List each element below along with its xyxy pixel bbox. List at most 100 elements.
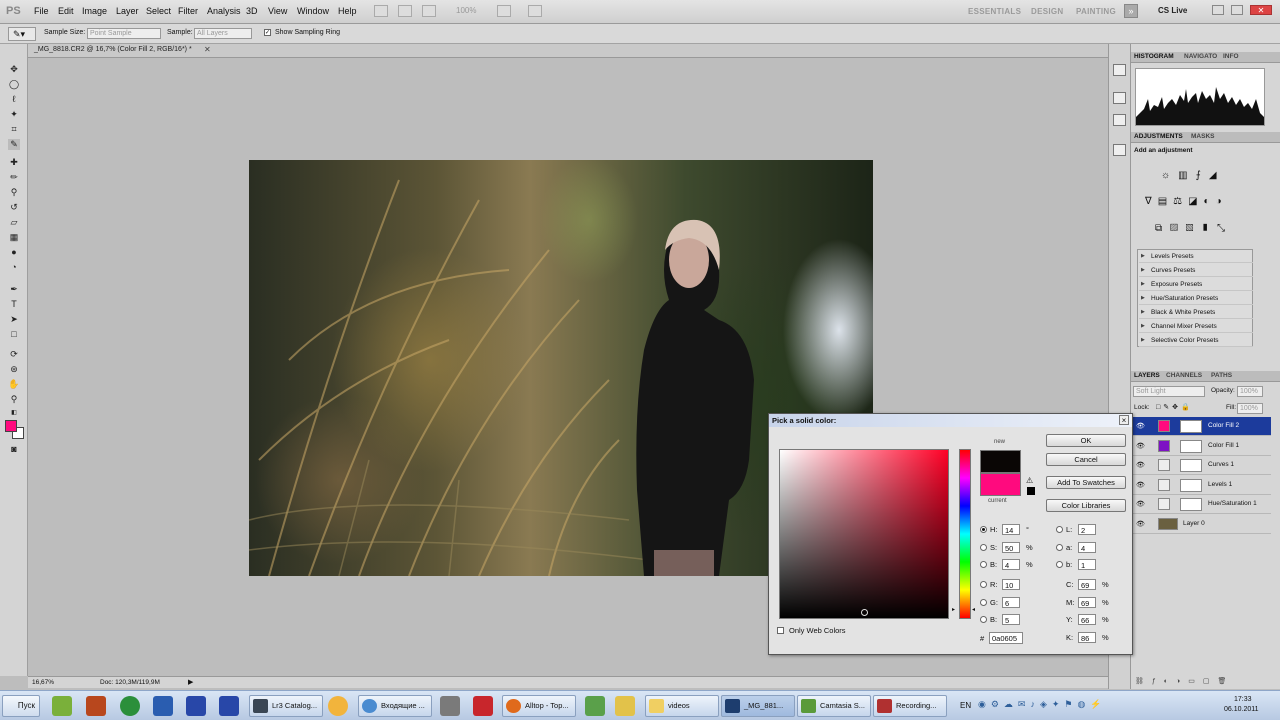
yellow-input[interactable]: 66: [1078, 614, 1096, 625]
task-photoshop[interactable]: _MG_881...: [721, 695, 795, 717]
menu-3d[interactable]: 3D: [246, 6, 258, 16]
tab-channels[interactable]: CHANNELS: [1166, 372, 1202, 379]
layer-mask-thumbnail[interactable]: [1180, 420, 1202, 433]
preset-exposure[interactable]: Exposure Presets: [1139, 278, 1253, 291]
preset-levels[interactable]: Levels Presets: [1139, 250, 1253, 263]
add-to-swatches-button[interactable]: Add To Swatches: [1046, 476, 1126, 489]
visibility-eye-icon[interactable]: 👁: [1136, 442, 1145, 450]
red-input[interactable]: 10: [1002, 579, 1020, 590]
close-window-button[interactable]: ✕: [1250, 5, 1272, 15]
saturation-radio[interactable]: [980, 543, 987, 551]
task-firefox[interactable]: Alltop - Top...: [502, 695, 576, 717]
web-colors-checkbox[interactable]: [777, 627, 784, 634]
sample-size-select[interactable]: Point Sample: [87, 28, 161, 39]
task-camtasia[interactable]: Camtasia S...: [797, 695, 871, 717]
more-workspaces-icon[interactable]: »: [1124, 4, 1138, 18]
arrange-documents-icon[interactable]: [497, 5, 511, 17]
green-input[interactable]: 6: [1002, 596, 1020, 608]
hue-input[interactable]: 14: [1002, 524, 1020, 535]
workspace-design[interactable]: DESIGN: [1031, 7, 1063, 16]
current-color-swatch[interactable]: [980, 473, 1021, 496]
red-radio[interactable]: [980, 581, 987, 588]
layers-footer-icons[interactable]: ⛓ƒ◐◑▭▢🗑: [1135, 677, 1275, 687]
tab-histogram[interactable]: HISTOGRAM: [1134, 53, 1174, 60]
tab-layers[interactable]: LAYERS: [1134, 372, 1160, 379]
default-colors-icon[interactable]: ◧: [8, 408, 20, 419]
task-lightroom[interactable]: Lr3 Catalog...: [249, 695, 323, 717]
zoom-readout[interactable]: 16,67%: [32, 679, 54, 686]
layer-row[interactable]: 👁 Color Fill 2: [1133, 417, 1271, 436]
magenta-input[interactable]: 69: [1078, 596, 1096, 608]
hue-slider[interactable]: [959, 449, 971, 619]
color-field-cursor[interactable]: [861, 609, 868, 616]
task-videos[interactable]: videos: [645, 695, 719, 717]
foreground-color-swatch[interactable]: [5, 420, 17, 432]
quick-select-tool-icon[interactable]: ✦: [8, 109, 20, 120]
quick-mask-icon[interactable]: ◙: [8, 444, 20, 455]
lab-l-radio[interactable]: [1056, 526, 1063, 533]
cs-live-button[interactable]: CS Live: [1158, 6, 1187, 15]
launch-minibridge-icon[interactable]: [398, 5, 412, 17]
menu-help[interactable]: Help: [338, 6, 357, 16]
move-tool-icon[interactable]: ✥: [8, 64, 20, 75]
history-panel-icon[interactable]: [1113, 64, 1126, 76]
layer-row[interactable]: 👁 Levels 1: [1133, 475, 1271, 495]
hex-input[interactable]: 0a0605: [989, 632, 1023, 644]
lab-b-input[interactable]: 1: [1078, 559, 1096, 570]
menu-file[interactable]: File: [34, 6, 49, 16]
eraser-tool-icon[interactable]: ▱: [8, 217, 20, 228]
quicklaunch-save2-icon[interactable]: [219, 696, 239, 716]
language-indicator[interactable]: EN: [960, 701, 971, 710]
visibility-eye-icon[interactable]: 👁: [1136, 500, 1145, 508]
visibility-eye-icon[interactable]: 👁: [1136, 520, 1145, 528]
layer-mask-thumbnail[interactable]: [1180, 439, 1202, 453]
zoom-level[interactable]: 100%: [456, 6, 476, 15]
system-tray-icons[interactable]: ◉⚙☁✉♪◈✦⚑◍⚡: [978, 699, 1178, 713]
preset-curves[interactable]: Curves Presets: [1139, 264, 1253, 277]
3d-rotate-tool-icon[interactable]: ⟳: [8, 349, 20, 360]
lab-b-radio[interactable]: [1056, 561, 1063, 568]
workspace-essentials[interactable]: ESSENTIALS: [968, 7, 1021, 16]
layer-row[interactable]: 👁 Layer 0: [1133, 514, 1271, 534]
swatches-panel-icon[interactable]: [1113, 114, 1126, 126]
preset-hue-saturation[interactable]: Hue/Saturation Presets: [1139, 292, 1253, 305]
blur-tool-icon[interactable]: ●: [8, 247, 20, 258]
layer-row[interactable]: 👁 Hue/Saturation 1: [1133, 495, 1271, 514]
menu-window[interactable]: Window: [297, 6, 329, 16]
actions-panel-icon[interactable]: [1113, 92, 1126, 104]
brush-tool-icon[interactable]: ✏: [8, 172, 20, 183]
saturation-input[interactable]: 50: [1002, 541, 1020, 553]
blend-mode-select[interactable]: Soft Light: [1133, 386, 1205, 397]
quicklaunch-pdf-icon[interactable]: [473, 696, 493, 716]
lab-a-radio[interactable]: [1056, 543, 1063, 551]
hand-tool-icon[interactable]: ✋: [8, 379, 20, 390]
layer-mask-thumbnail[interactable]: [1180, 498, 1202, 511]
history-brush-tool-icon[interactable]: ↺: [8, 202, 20, 213]
cancel-button[interactable]: Cancel: [1046, 453, 1126, 466]
type-tool-icon[interactable]: T: [8, 299, 20, 310]
adjustment-icons-row1[interactable]: ☼▥⨍◢: [1161, 170, 1261, 182]
quicklaunch-bridge-icon[interactable]: [86, 696, 106, 716]
tab-masks[interactable]: MASKS: [1191, 133, 1214, 140]
menu-view[interactable]: View: [268, 6, 287, 16]
tab-navigator[interactable]: NAVIGATO: [1184, 53, 1217, 60]
close-tab-icon[interactable]: ✕: [204, 45, 211, 54]
lasso-tool-icon[interactable]: ℓ: [8, 94, 20, 105]
layer-row[interactable]: 👁 Curves 1: [1133, 456, 1271, 475]
clone-stamp-tool-icon[interactable]: ⚲: [8, 187, 20, 198]
blue-input[interactable]: 5: [1002, 614, 1020, 625]
adjustment-icons-row2[interactable]: ∇▤⚖◪◐◑: [1145, 196, 1269, 208]
view-extras-icon[interactable]: [422, 5, 436, 17]
quicklaunch-word-icon[interactable]: [153, 696, 173, 716]
quicklaunch-media-icon[interactable]: [328, 696, 348, 716]
opacity-input[interactable]: 100%: [1237, 386, 1263, 397]
menu-filter[interactable]: Filter: [178, 6, 198, 16]
3d-orbit-tool-icon[interactable]: ⊛: [8, 364, 20, 375]
brightness-radio[interactable]: [980, 561, 987, 568]
marquee-tool-icon[interactable]: ◯: [8, 79, 20, 90]
quicklaunch-m-icon[interactable]: [440, 696, 460, 716]
quicklaunch-utorrent-icon[interactable]: [120, 696, 140, 716]
tab-paths[interactable]: PATHS: [1211, 372, 1232, 379]
quicklaunch-excel-icon[interactable]: [52, 696, 72, 716]
lab-l-input[interactable]: 2: [1078, 524, 1096, 535]
